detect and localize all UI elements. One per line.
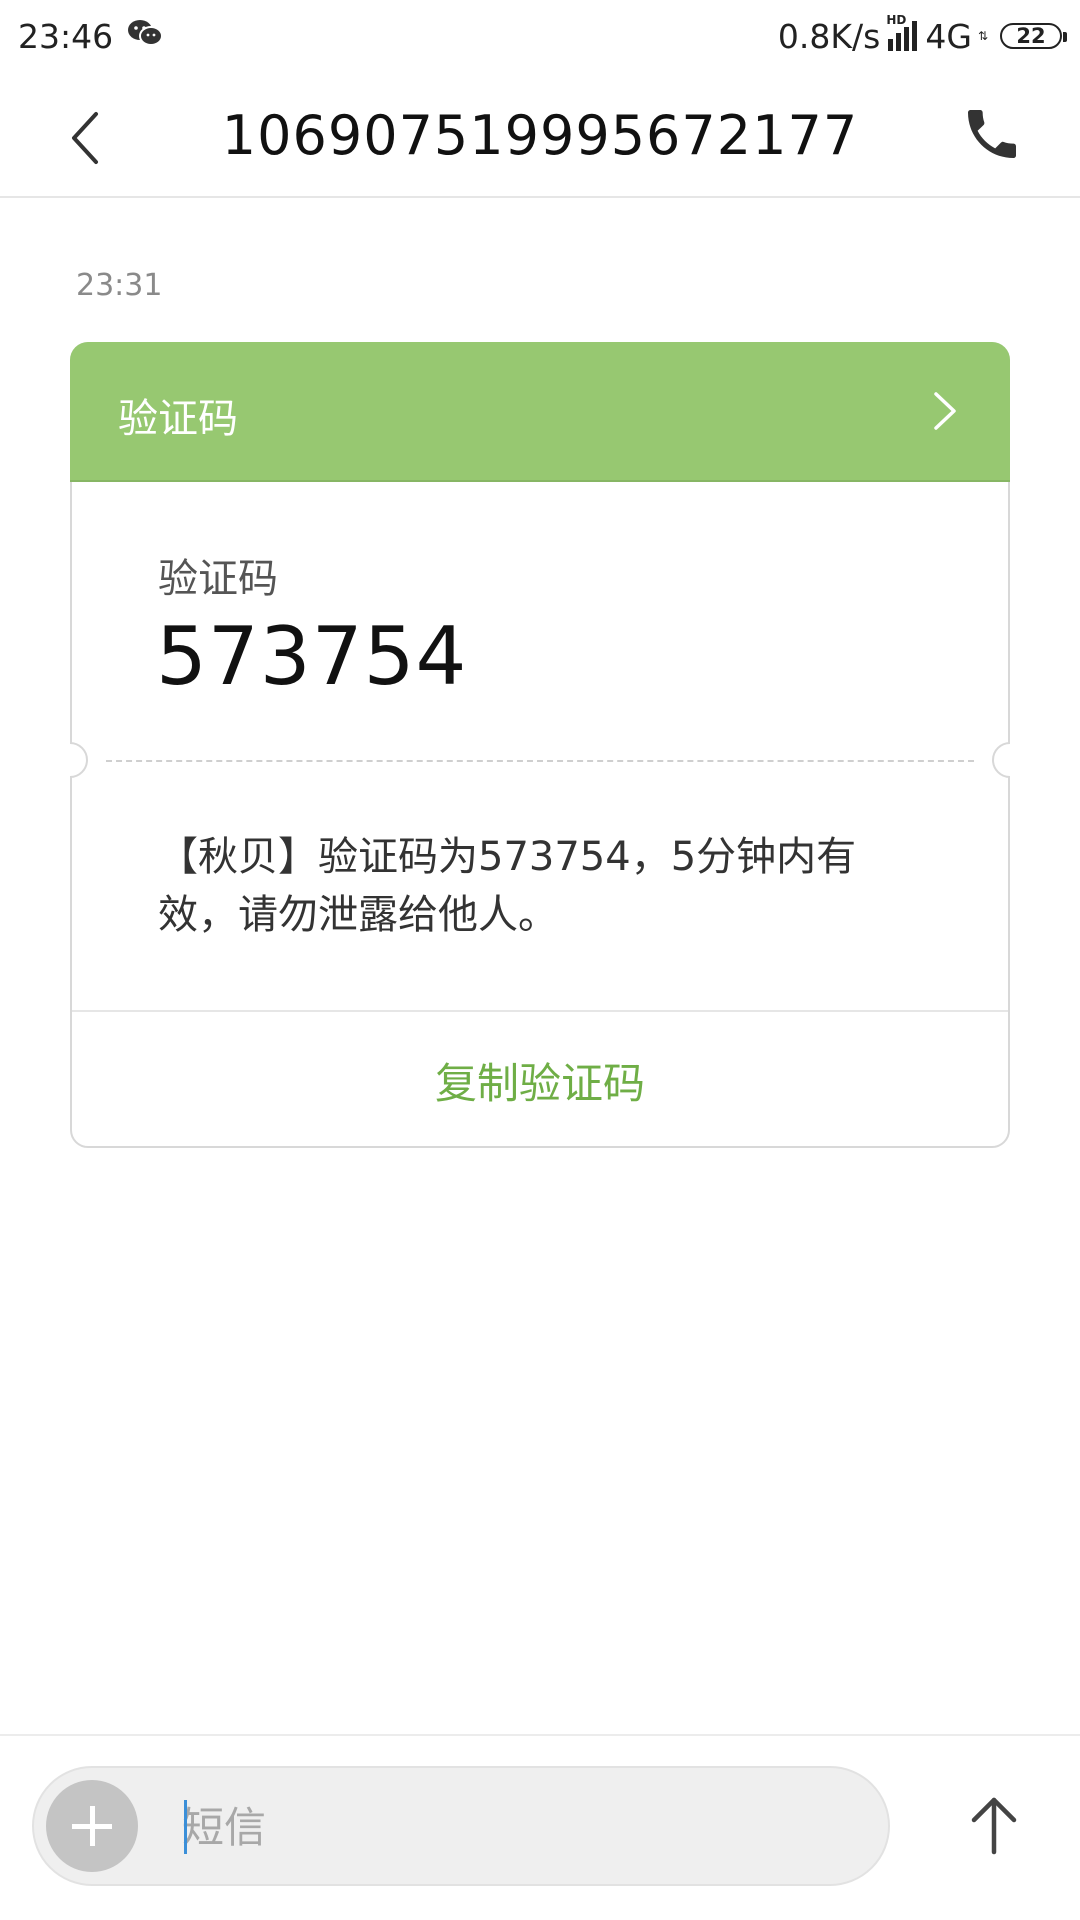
verification-card: 验证码 验证码 573754 【秋贝】验证码为573754，5分钟内有效，请勿泄… — [70, 342, 1010, 1148]
send-button[interactable] — [964, 1792, 1024, 1858]
message-timestamp: 23:31 — [76, 268, 163, 303]
message-input[interactable] — [180, 1794, 864, 1860]
title-bar: 106907519995672177 — [0, 72, 1080, 198]
ticket-notch-left — [70, 742, 88, 778]
dashed-divider — [106, 760, 974, 762]
signal-icon: HD — [886, 13, 918, 51]
conversation-title: 106907519995672177 — [221, 104, 859, 167]
data-arrows-icon: ⇅ — [977, 29, 988, 43]
plus-icon[interactable] — [46, 1780, 138, 1872]
message-text: 【秋贝】验证码为573754，5分钟内有效，请勿泄露给他人。 — [158, 834, 857, 938]
battery-icon: 22 — [1000, 23, 1067, 49]
copy-code-button[interactable]: 复制验证码 — [72, 1012, 1008, 1148]
wechat-icon — [127, 17, 164, 56]
call-button[interactable] — [960, 102, 1024, 166]
card-header[interactable]: 验证码 — [70, 342, 1010, 482]
phone-icon — [968, 110, 1016, 158]
status-time: 23:46 — [18, 16, 114, 56]
ticket-notch-right — [992, 742, 1010, 778]
status-right: 0.8K/s HD 4G ⇅ 22 — [777, 13, 1080, 56]
chevron-right-icon — [934, 392, 956, 430]
text-cursor — [184, 1800, 187, 1854]
code-label: 验证码 — [158, 556, 278, 602]
composer-pill — [32, 1766, 890, 1886]
arrow-up-icon — [971, 1797, 1017, 1855]
status-left: 23:46 — [0, 16, 164, 56]
network-type: 4G — [925, 16, 972, 56]
hd-label: HD — [886, 13, 907, 27]
status-bar: 23:46 0.8K/s HD 4G ⇅ 22 — [0, 0, 1080, 72]
composer-bar — [0, 1734, 1080, 1920]
code-value: 573754 — [156, 610, 468, 703]
card-header-title: 验证码 — [118, 396, 238, 442]
net-speed: 0.8K/s — [777, 16, 881, 56]
battery-level: 22 — [1016, 24, 1046, 48]
